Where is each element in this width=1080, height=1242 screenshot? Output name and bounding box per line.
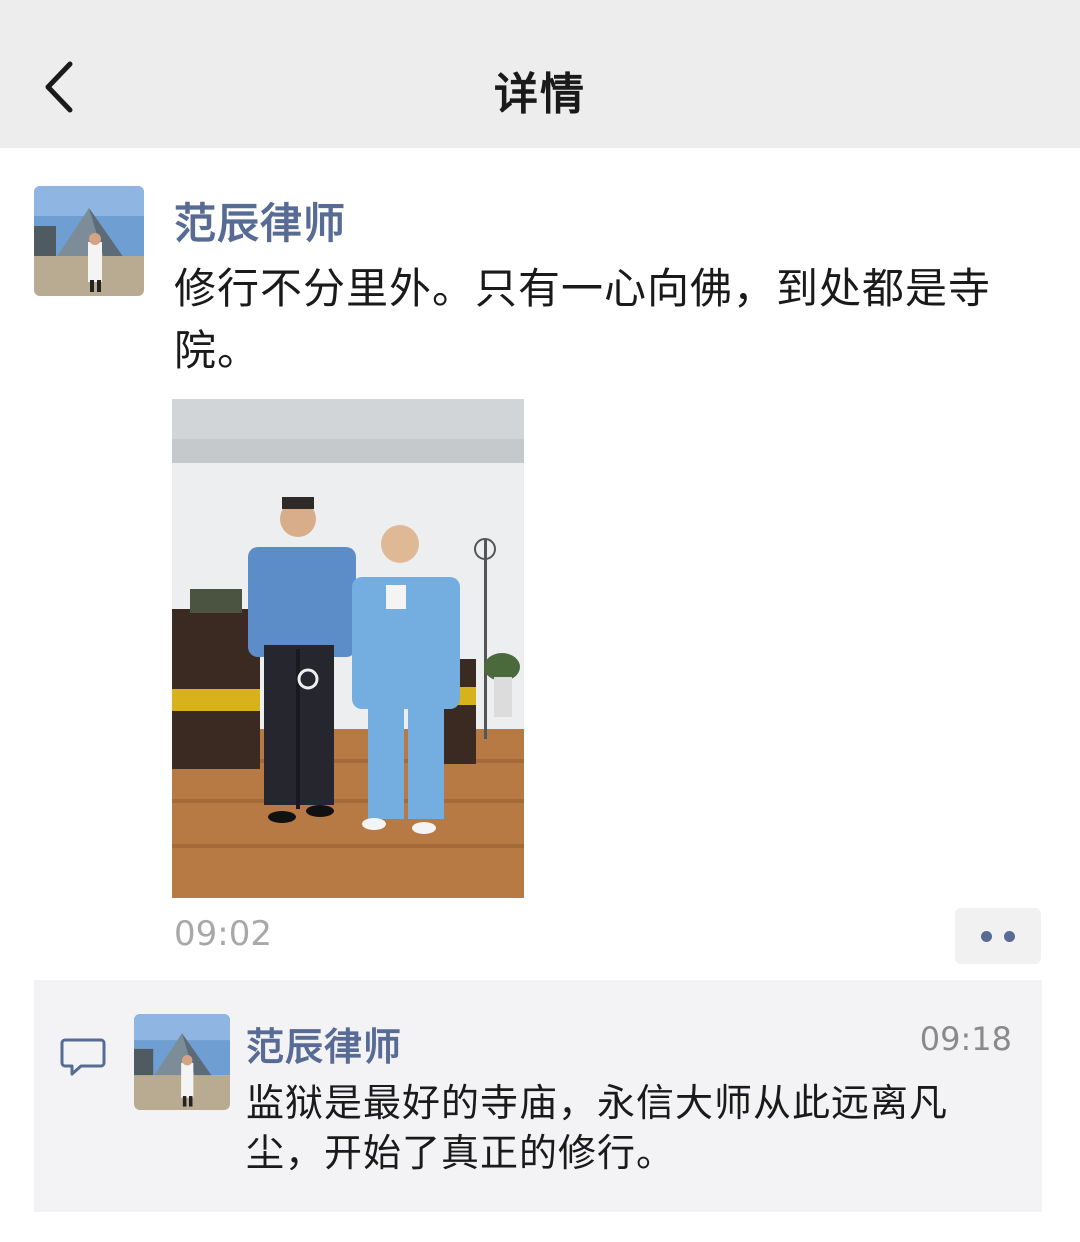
comment-text[interactable]: 监狱是最好的寺庙，永信大师从此远离凡尘，开始了真正的修行。 bbox=[246, 1078, 1006, 1178]
top-nav-bar: 详情 bbox=[0, 0, 1080, 148]
comment-timestamp: 09:18 bbox=[919, 1020, 1012, 1058]
post-author-avatar[interactable] bbox=[34, 186, 144, 296]
post-text: 修行不分里外。只有一心向佛，到处都是寺院。 bbox=[174, 264, 992, 375]
more-dots-icon bbox=[1004, 931, 1015, 942]
page-title: 详情 bbox=[494, 69, 586, 120]
post-timestamp: 09:02 bbox=[174, 914, 272, 954]
post-photo[interactable] bbox=[172, 399, 524, 898]
moments-detail-page: 详情 范辰律师 修行不分里外。只有一心向佛，到处都是寺院。 09:02 范辰律师… bbox=[0, 0, 1080, 1242]
post-author-name[interactable]: 范辰律师 bbox=[174, 190, 346, 251]
comment-author-avatar[interactable] bbox=[134, 1014, 230, 1110]
more-actions-button[interactable] bbox=[955, 908, 1041, 964]
more-dots-icon bbox=[981, 931, 992, 942]
comment-author-name[interactable]: 范辰律师 bbox=[246, 1016, 402, 1071]
comment-bubble-icon bbox=[60, 1038, 106, 1076]
